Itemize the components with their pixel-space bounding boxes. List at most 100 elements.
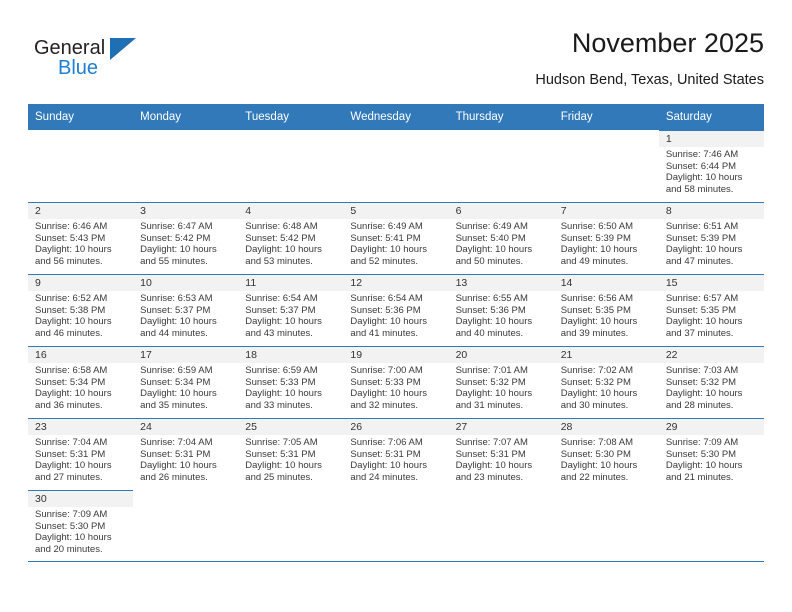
sunset-text: Sunset: 5:39 PM	[560, 232, 631, 244]
sunset-text: Sunset: 5:31 PM	[245, 448, 316, 460]
sunset-text: Sunset: 5:30 PM	[35, 520, 106, 532]
calendar-day-cell[interactable]: 11 Sunrise: 6:54 AM Sunset: 5:37 PM Dayligh…	[238, 274, 344, 346]
day-cell-inner: 23 Sunrise: 7:04 AM Sunset: 5:31 PM Dayligh…	[28, 418, 134, 490]
calendar-day-cell[interactable]: 4 Sunrise: 6:48 AM Sunset: 5:42 PM Daylight…	[238, 202, 344, 274]
calendar-day-cell[interactable]: 13 Sunrise: 6:55 AM Sunset: 5:36 PM Dayligh…	[448, 274, 554, 346]
day-cell-inner: 20 Sunrise: 7:01 AM Sunset: 5:32 PM Dayligh…	[448, 346, 554, 418]
calendar-empty-cell	[133, 130, 238, 202]
daylight-text-line2: and 56 minutes.	[35, 255, 103, 267]
calendar-day-cell[interactable]: 21 Sunrise: 7:02 AM Sunset: 5:32 PM Dayligh…	[553, 346, 659, 418]
calendar-day-cell[interactable]: 7 Sunrise: 6:50 AM Sunset: 5:39 PM Daylight…	[553, 202, 659, 274]
calendar-day-cell[interactable]: 3 Sunrise: 6:47 AM Sunset: 5:42 PM Daylight…	[133, 202, 239, 274]
sunset-text: Sunset: 5:39 PM	[665, 232, 737, 244]
calendar-day-cell[interactable]: 26 Sunrise: 7:06 AM Sunset: 5:31 PM Dayligh…	[343, 418, 449, 490]
calendar-day-cell[interactable]: 12 Sunrise: 6:54 AM Sunset: 5:36 PM Dayligh…	[343, 274, 449, 346]
day-cell-inner: 18 Sunrise: 6:59 AM Sunset: 5:33 PM Dayligh…	[238, 346, 344, 418]
daylight-text-line1: Daylight: 10 hours	[245, 244, 322, 256]
calendar-day-cell[interactable]: 1 Sunrise: 7:46 AM Sunset: 6:44 PM Daylight…	[658, 130, 764, 202]
calendar-day-cell[interactable]: 5 Sunrise: 6:49 AM Sunset: 5:41 PM Daylight…	[343, 202, 449, 274]
calendar-day-cell[interactable]: 20 Sunrise: 7:01 AM Sunset: 5:32 PM Dayligh…	[448, 346, 554, 418]
daylight-text-line1: Daylight: 10 hours	[455, 316, 533, 328]
calendar-empty-cell	[238, 490, 344, 562]
calendar-day-cell[interactable]: 9 Sunrise: 6:52 AM Sunset: 5:38 PM Daylight…	[28, 274, 134, 346]
day-number: 28	[553, 419, 659, 435]
day-number: 6	[448, 203, 554, 219]
calendar-day-cell[interactable]: 28 Sunrise: 7:08 AM Sunset: 5:30 PM Dayligh…	[553, 418, 659, 490]
sunrise-text: Sunrise: 6:47 AM	[140, 221, 213, 232]
calendar-day-cell[interactable]: 2 Sunrise: 6:46 AM Sunset: 5:43 PM Daylight…	[28, 202, 134, 274]
calendar-week-row: 1 Sunrise: 7:46 AM Sunset: 6:44 PM Daylight…	[28, 130, 764, 202]
sunset-text: Sunset: 5:31 PM	[455, 448, 526, 460]
calendar-day-cell[interactable]: 10 Sunrise: 6:53 AM Sunset: 5:37 PM Dayligh…	[133, 274, 239, 346]
day-cell-inner: 12 Sunrise: 6:54 AM Sunset: 5:36 PM Dayligh…	[343, 274, 449, 346]
daylight-text-line1: Daylight: 10 hours	[35, 460, 112, 472]
daylight-text-line1: Daylight: 10 hours	[560, 388, 638, 400]
page-header: General Blue November 2025 Hudson Bend, …	[28, 26, 764, 98]
daylight-text-line1: Daylight: 10 hours	[245, 460, 322, 472]
calendar-day-cell[interactable]: 19 Sunrise: 7:00 AM Sunset: 5:33 PM Dayligh…	[343, 346, 449, 418]
daylight-text-line2: and 28 minutes.	[665, 399, 734, 411]
sunrise-text: Sunrise: 6:59 AM	[245, 365, 318, 376]
day-cell-inner: 29 Sunrise: 7:09 AM Sunset: 5:30 PM Dayligh…	[658, 418, 764, 490]
day-number: 25	[238, 419, 344, 435]
calendar-day-cell[interactable]: 23 Sunrise: 7:04 AM Sunset: 5:31 PM Dayligh…	[28, 418, 134, 490]
day-cell-inner	[133, 130, 238, 202]
day-details: Sunrise: 7:04 AM Sunset: 5:31 PM Daylight:…	[28, 435, 133, 483]
day-details: Sunrise: 6:56 AM Sunset: 5:35 PM Daylight:…	[554, 291, 659, 339]
weekday-header-thursday: Thursday	[448, 104, 554, 130]
calendar-day-cell[interactable]: 29 Sunrise: 7:09 AM Sunset: 5:30 PM Dayligh…	[658, 418, 764, 490]
sunrise-text: Sunrise: 6:51 AM	[665, 221, 739, 232]
brand-logo[interactable]: General Blue	[34, 36, 164, 88]
day-number: 20	[448, 347, 554, 363]
day-cell-inner: 14 Sunrise: 6:56 AM Sunset: 5:35 PM Dayligh…	[553, 274, 659, 346]
daylight-text-line2: and 26 minutes.	[140, 471, 208, 483]
calendar-day-cell[interactable]: 14 Sunrise: 6:56 AM Sunset: 5:35 PM Dayligh…	[553, 274, 659, 346]
day-number: 14	[553, 275, 659, 291]
sunset-text: Sunset: 5:32 PM	[665, 376, 737, 388]
day-cell-inner: 7 Sunrise: 6:50 AM Sunset: 5:39 PM Daylight…	[553, 202, 659, 274]
sunset-text: Sunset: 5:31 PM	[350, 448, 421, 460]
sunset-text: Sunset: 5:42 PM	[245, 232, 316, 244]
calendar-week-row: 30 Sunrise: 7:09 AM Sunset: 5:30 PM Dayligh…	[28, 490, 764, 562]
daylight-text-line1: Daylight: 10 hours	[35, 388, 112, 400]
day-details: Sunrise: 7:07 AM Sunset: 5:31 PM Daylight:…	[449, 435, 554, 483]
calendar-day-cell[interactable]: 24 Sunrise: 7:04 AM Sunset: 5:31 PM Dayligh…	[133, 418, 239, 490]
calendar-day-cell[interactable]: 25 Sunrise: 7:05 AM Sunset: 5:31 PM Dayligh…	[238, 418, 344, 490]
weekday-header-sunday: Sunday	[28, 104, 134, 130]
calendar-day-cell[interactable]: 8 Sunrise: 6:51 AM Sunset: 5:39 PM Daylight…	[658, 202, 764, 274]
sunset-text: Sunset: 5:33 PM	[350, 376, 421, 388]
calendar-day-cell[interactable]: 30 Sunrise: 7:09 AM Sunset: 5:30 PM Dayligh…	[28, 490, 134, 562]
calendar-day-cell[interactable]: 16 Sunrise: 6:58 AM Sunset: 5:34 PM Dayligh…	[28, 346, 134, 418]
calendar-day-cell[interactable]: 18 Sunrise: 6:59 AM Sunset: 5:33 PM Dayligh…	[238, 346, 344, 418]
daylight-text-line2: and 52 minutes.	[350, 255, 419, 267]
calendar-day-cell[interactable]: 6 Sunrise: 6:49 AM Sunset: 5:40 PM Daylight…	[448, 202, 554, 274]
calendar-day-cell[interactable]: 22 Sunrise: 7:03 AM Sunset: 5:32 PM Dayligh…	[658, 346, 764, 418]
daylight-text-line1: Daylight: 10 hours	[140, 244, 217, 256]
day-cell-inner: 28 Sunrise: 7:08 AM Sunset: 5:30 PM Dayligh…	[553, 418, 659, 490]
day-details: Sunrise: 6:57 AM Sunset: 5:35 PM Daylight:…	[659, 291, 764, 339]
daylight-text-line2: and 22 minutes.	[560, 471, 629, 483]
day-details: Sunrise: 6:49 AM Sunset: 5:40 PM Daylight:…	[449, 219, 554, 267]
sunrise-text: Sunrise: 7:09 AM	[665, 437, 739, 448]
day-cell-inner: 1 Sunrise: 7:46 AM Sunset: 6:44 PM Daylight…	[658, 130, 764, 202]
sunset-text: Sunset: 5:32 PM	[455, 376, 526, 388]
sunrise-text: Sunrise: 7:04 AM	[140, 437, 213, 448]
day-number: 13	[448, 275, 554, 291]
day-details: Sunrise: 7:00 AM Sunset: 5:33 PM Daylight:…	[343, 363, 448, 411]
daylight-text-line2: and 47 minutes.	[665, 255, 734, 267]
calendar-day-cell[interactable]: 27 Sunrise: 7:07 AM Sunset: 5:31 PM Dayligh…	[448, 418, 554, 490]
daylight-text-line2: and 43 minutes.	[245, 327, 313, 339]
daylight-text-line1: Daylight: 10 hours	[560, 316, 638, 328]
day-details: Sunrise: 7:09 AM Sunset: 5:30 PM Daylight:…	[28, 507, 133, 555]
calendar-empty-cell	[554, 130, 659, 202]
calendar-day-cell[interactable]: 17 Sunrise: 6:59 AM Sunset: 5:34 PM Dayligh…	[133, 346, 239, 418]
calendar-empty-cell	[553, 490, 659, 562]
daylight-text-line1: Daylight: 10 hours	[35, 316, 112, 328]
calendar-day-cell[interactable]: 15 Sunrise: 6:57 AM Sunset: 5:35 PM Dayligh…	[658, 274, 764, 346]
calendar-grid: Sunday Monday Tuesday Wednesday Thursday…	[28, 104, 764, 562]
day-number: 26	[343, 419, 449, 435]
day-details: Sunrise: 7:08 AM Sunset: 5:30 PM Daylight:…	[554, 435, 659, 483]
day-cell-inner: 21 Sunrise: 7:02 AM Sunset: 5:32 PM Dayligh…	[553, 346, 659, 418]
daylight-text-line1: Daylight: 10 hours	[350, 460, 427, 472]
daylight-text-line2: and 20 minutes.	[35, 543, 103, 555]
